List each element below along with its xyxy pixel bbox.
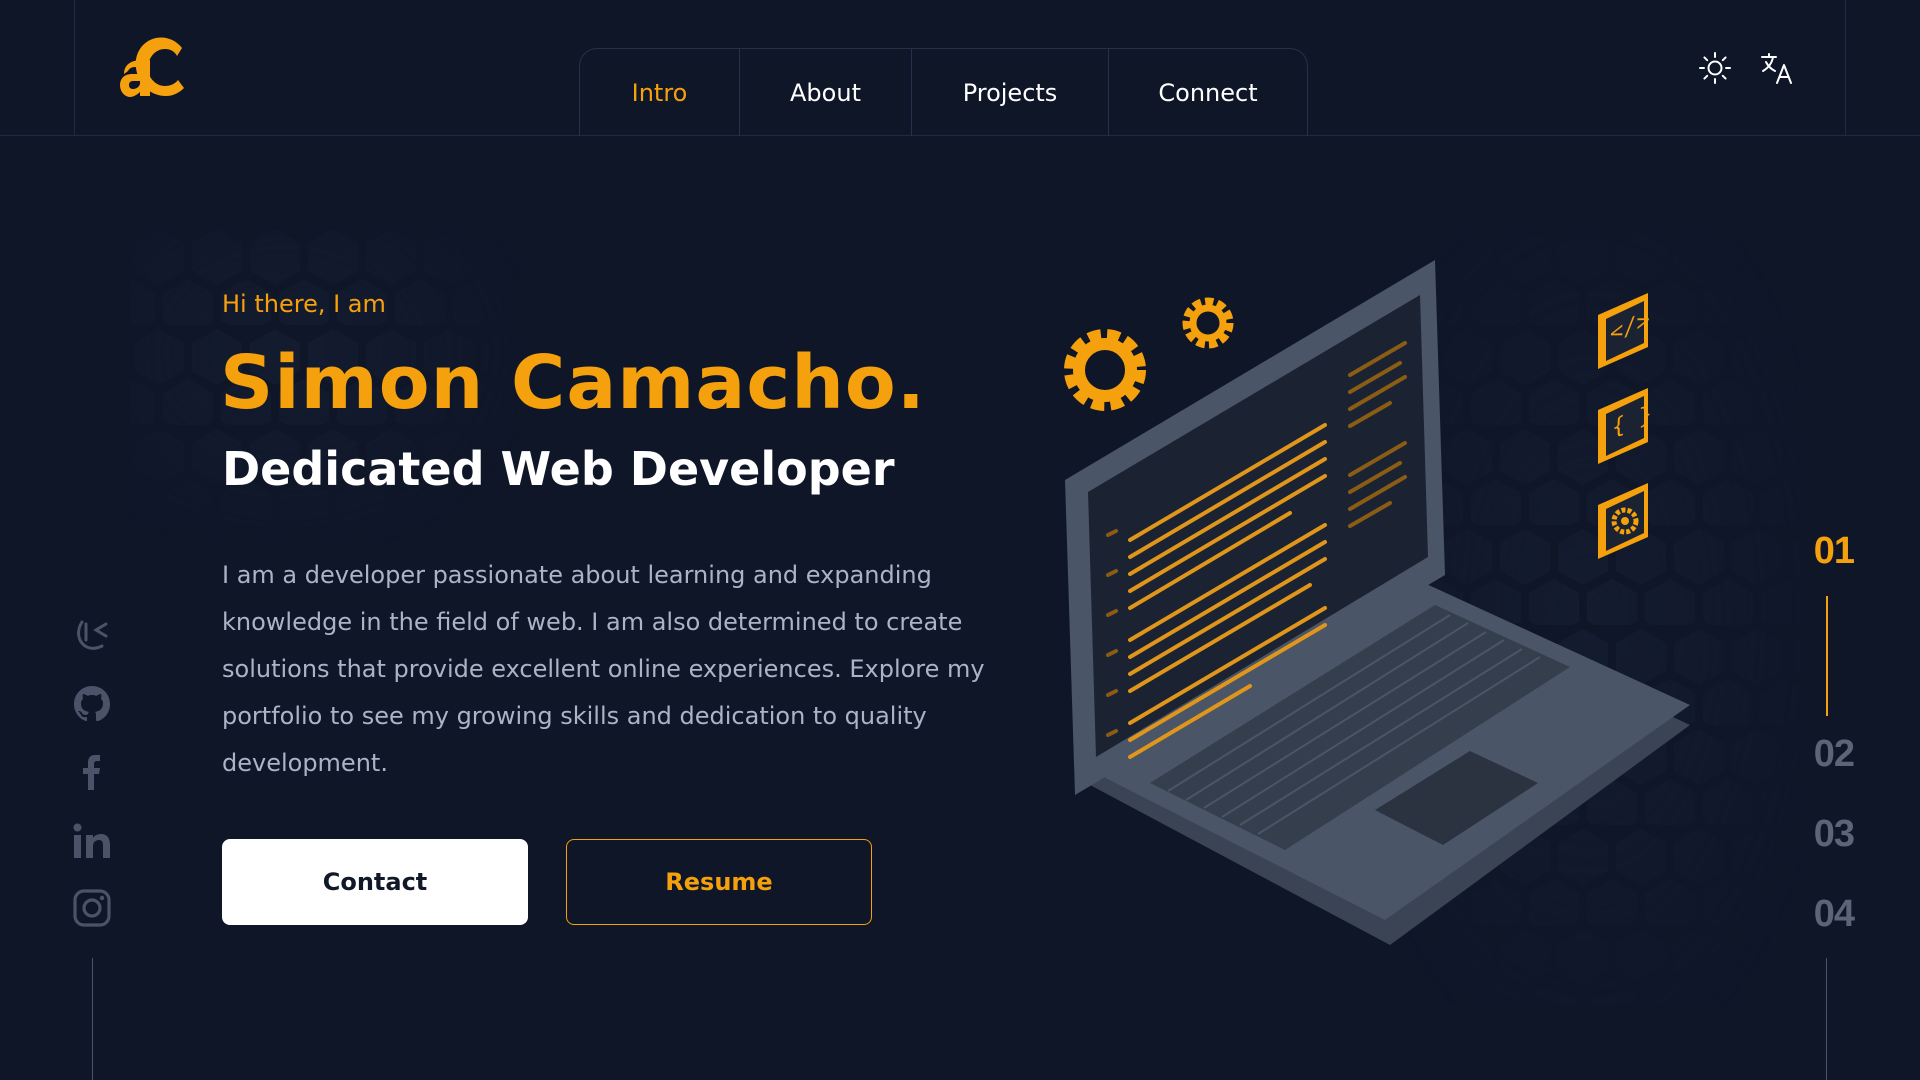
hero-greeting: Hi there, I am (222, 290, 386, 318)
nav-item-intro[interactable]: Intro (580, 49, 740, 136)
hero-name: Simon Camacho. (220, 340, 926, 426)
logo[interactable] (120, 34, 190, 102)
github-icon[interactable] (72, 684, 112, 724)
pager-item-01[interactable]: 01 (1814, 530, 1855, 573)
gear-small-icon (1182, 297, 1234, 349)
sun-icon[interactable] (1697, 50, 1733, 86)
pager-item-02[interactable]: 02 (1814, 733, 1855, 776)
pager-item-04[interactable]: 04 (1814, 893, 1855, 936)
hero-bio: I am a developer passionate about learni… (222, 561, 985, 777)
laptop-illustration: </> { } (1064, 260, 1690, 945)
social-divider-line (92, 958, 93, 1080)
resume-button[interactable]: Resume (566, 839, 872, 925)
pager-active-line (1826, 596, 1828, 716)
coderbyte-icon[interactable] (72, 614, 112, 654)
nav-item-connect[interactable]: Connect (1109, 49, 1307, 136)
frame-divider-left (74, 0, 75, 135)
main-nav: Intro About Projects Connect (579, 48, 1308, 136)
contact-button[interactable]: Contact (222, 839, 528, 925)
instagram-icon[interactable] (72, 888, 112, 928)
frame-divider-right (1845, 0, 1846, 135)
pager-divider-line (1826, 958, 1827, 1080)
code-tag-icon: </> (1598, 293, 1650, 369)
braces-icon: { } (1598, 388, 1652, 464)
pager-item-03[interactable]: 03 (1814, 813, 1855, 856)
nav-item-projects[interactable]: Projects (912, 49, 1109, 136)
settings-cube-icon (1598, 483, 1648, 559)
linkedin-icon[interactable] (72, 821, 112, 861)
gear-large-icon (1064, 329, 1146, 411)
nav-item-about[interactable]: About (740, 49, 912, 136)
facebook-icon[interactable] (72, 752, 112, 792)
hero-role: Dedicated Web Developer (222, 442, 895, 496)
translate-icon[interactable] (1759, 50, 1795, 86)
